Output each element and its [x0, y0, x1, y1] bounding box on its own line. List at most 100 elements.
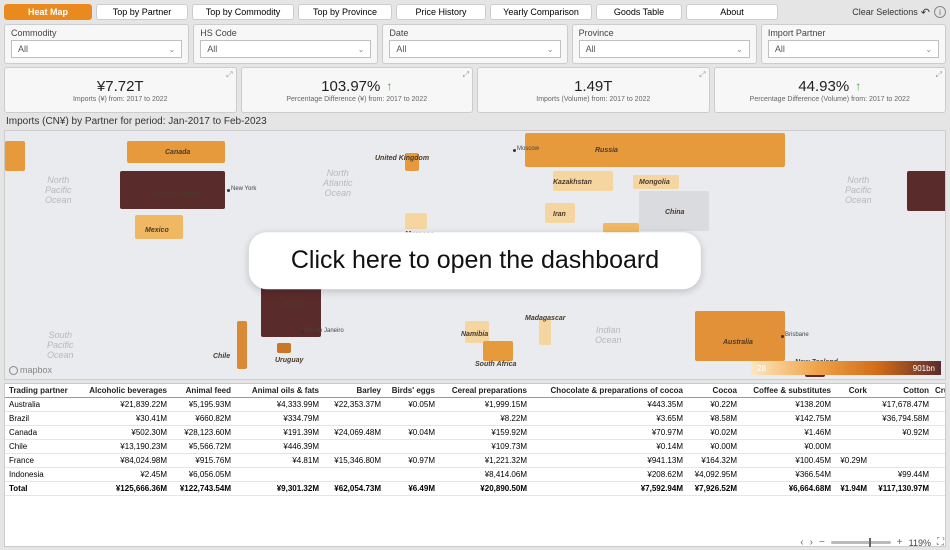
filter-dropdown[interactable]: All ⌄	[389, 40, 560, 58]
chevron-left-icon[interactable]: ‹	[800, 537, 803, 548]
tab-about[interactable]: About	[686, 4, 778, 20]
chevron-down-icon: ⌄	[925, 45, 932, 54]
partner-cell: Canada	[5, 426, 77, 439]
plus-icon[interactable]: +	[897, 537, 903, 548]
country-label: South Africa	[475, 361, 516, 368]
filter-label: Province	[579, 28, 750, 38]
partner-cell: France	[5, 454, 77, 467]
tab-top-by-partner[interactable]: Top by Partner	[96, 4, 188, 20]
table-row[interactable]: Brazil¥30.41M¥660.82M¥334.79M¥8.22M¥3.65…	[5, 412, 945, 426]
tab-top-by-commodity[interactable]: Top by Commodity	[192, 4, 294, 20]
expand-icon[interactable]: ⛶	[937, 537, 944, 548]
table-header-cell[interactable]: Animal feed	[171, 384, 235, 397]
open-dashboard-button[interactable]: Click here to open the dashboard	[249, 232, 701, 289]
top-tabs: Heat MapTop by PartnerTop by CommodityTo…	[4, 3, 946, 21]
data-cell: ¥5,195.93M	[171, 398, 235, 411]
country-shape[interactable]	[237, 321, 247, 369]
chevron-right-icon[interactable]: ›	[810, 537, 813, 548]
kpi-value: 1.49T	[574, 78, 612, 95]
table-row[interactable]: Chile¥13,190.23M¥5,566.72M¥446.39M¥109.7…	[5, 440, 945, 454]
filter-province: Province All ⌄	[572, 24, 757, 64]
expand-icon[interactable]: ⤢	[463, 70, 469, 80]
data-cell: ¥15,346.80M	[323, 454, 385, 467]
table-header-cell[interactable]: Cotton	[871, 384, 933, 397]
city-dot	[513, 149, 516, 152]
table-header-cell[interactable]: Crude vi	[933, 384, 946, 397]
total-cell: ¥20,890.50M	[439, 482, 531, 495]
country-shape[interactable]	[120, 171, 225, 209]
city-label: Brisbane	[785, 332, 809, 338]
table-row[interactable]: Canada¥502.30M¥28,123.60M¥191.39M¥24,069…	[5, 426, 945, 440]
country-shape[interactable]	[907, 171, 946, 211]
country-label: Mexico	[145, 227, 169, 234]
table-header-cell[interactable]: Animal oils & fats	[235, 384, 323, 397]
expand-icon[interactable]: ⤢	[226, 70, 232, 80]
info-icon[interactable]: i	[934, 6, 946, 18]
data-cell	[871, 454, 933, 467]
data-cell	[933, 426, 946, 439]
partner-cell: Brazil	[5, 412, 77, 425]
table-header-cell[interactable]: Cork	[835, 384, 871, 397]
data-cell: ¥100.45M	[741, 454, 835, 467]
table-header-cell[interactable]: Coffee & substitutes	[741, 384, 835, 397]
table-row[interactable]: Indonesia¥2.45M¥6,056.05M¥8,414.06M¥208.…	[5, 468, 945, 482]
total-cell: ¥7,592.94M	[531, 482, 687, 495]
table-header-cell[interactable]: Cereal preparations	[439, 384, 531, 397]
tab-price-history[interactable]: Price History	[396, 4, 486, 20]
expand-icon[interactable]: ⤢	[699, 70, 705, 80]
table-row[interactable]: Australia¥21,839.22M¥5,195.93M¥4,333.99M…	[5, 398, 945, 412]
filter-dropdown[interactable]: All ⌄	[200, 40, 371, 58]
filter-label: HS Code	[200, 28, 371, 38]
tab-goods-table[interactable]: Goods Table	[596, 4, 682, 20]
tab-top-by-province[interactable]: Top by Province	[298, 4, 392, 20]
chevron-down-icon: ⌄	[358, 45, 365, 54]
data-cell: ¥70.97M	[531, 426, 687, 439]
country-shape[interactable]	[695, 311, 785, 361]
country-shape[interactable]	[5, 141, 25, 171]
total-cell: ¥122,743.54M	[171, 482, 235, 495]
country-shape[interactable]	[483, 341, 513, 361]
zoom-slider[interactable]	[831, 541, 891, 544]
table-header-cell[interactable]: Alcoholic beverages	[77, 384, 171, 397]
country-label: United Kingdom	[375, 155, 429, 162]
country-shape[interactable]	[525, 133, 785, 167]
data-cell: ¥191.39M	[235, 426, 323, 439]
undo-icon: ↶	[921, 6, 930, 19]
data-cell: ¥164.32M	[687, 454, 741, 467]
data-cell: ¥0.02M	[687, 426, 741, 439]
country-shape[interactable]	[405, 213, 427, 229]
data-cell: ¥502.30M	[77, 426, 171, 439]
table-header-cell[interactable]: Trading partner	[5, 384, 77, 397]
data-cell	[835, 398, 871, 411]
country-label: Iran	[553, 211, 566, 218]
filter-dropdown[interactable]: All ⌄	[11, 40, 182, 58]
imports-table: Trading partnerAlcoholic beveragesAnimal…	[4, 383, 946, 547]
data-cell: ¥443.35M	[531, 398, 687, 411]
filter-dropdown[interactable]: All ⌄	[768, 40, 939, 58]
country-shape[interactable]	[277, 343, 291, 353]
city-dot	[227, 189, 230, 192]
data-cell	[933, 412, 946, 425]
country-shape[interactable]	[539, 319, 551, 345]
data-cell	[385, 412, 439, 425]
table-header-cell[interactable]: Barley	[323, 384, 385, 397]
minus-icon[interactable]: −	[819, 537, 825, 548]
expand-icon[interactable]: ⤢	[936, 70, 942, 80]
table-header-cell[interactable]: Cocoa	[687, 384, 741, 397]
country-label: China	[665, 209, 684, 216]
data-cell	[235, 468, 323, 481]
tab-yearly-comparison[interactable]: Yearly Comparison	[490, 4, 592, 20]
ocean-label: IndianOcean	[595, 326, 622, 346]
table-row[interactable]: France¥84,024.98M¥915.76M¥4.81M¥15,346.8…	[5, 454, 945, 468]
data-cell: ¥941.13M	[531, 454, 687, 467]
data-cell: ¥3.65M	[531, 412, 687, 425]
data-cell	[323, 440, 385, 453]
data-cell: ¥28,123.60M	[171, 426, 235, 439]
table-header-cell[interactable]: Birds' eggs	[385, 384, 439, 397]
clear-selections-link[interactable]: Clear Selections ↶	[852, 6, 930, 19]
tab-heat-map[interactable]: Heat Map	[4, 4, 92, 20]
filter-dropdown[interactable]: All ⌄	[579, 40, 750, 58]
table-header-cell[interactable]: Chocolate & preparations of cocoa	[531, 384, 687, 397]
heat-map[interactable]: CanadaUnited StatesMexicoBrazilChileUrug…	[4, 130, 946, 380]
data-cell	[933, 440, 946, 453]
